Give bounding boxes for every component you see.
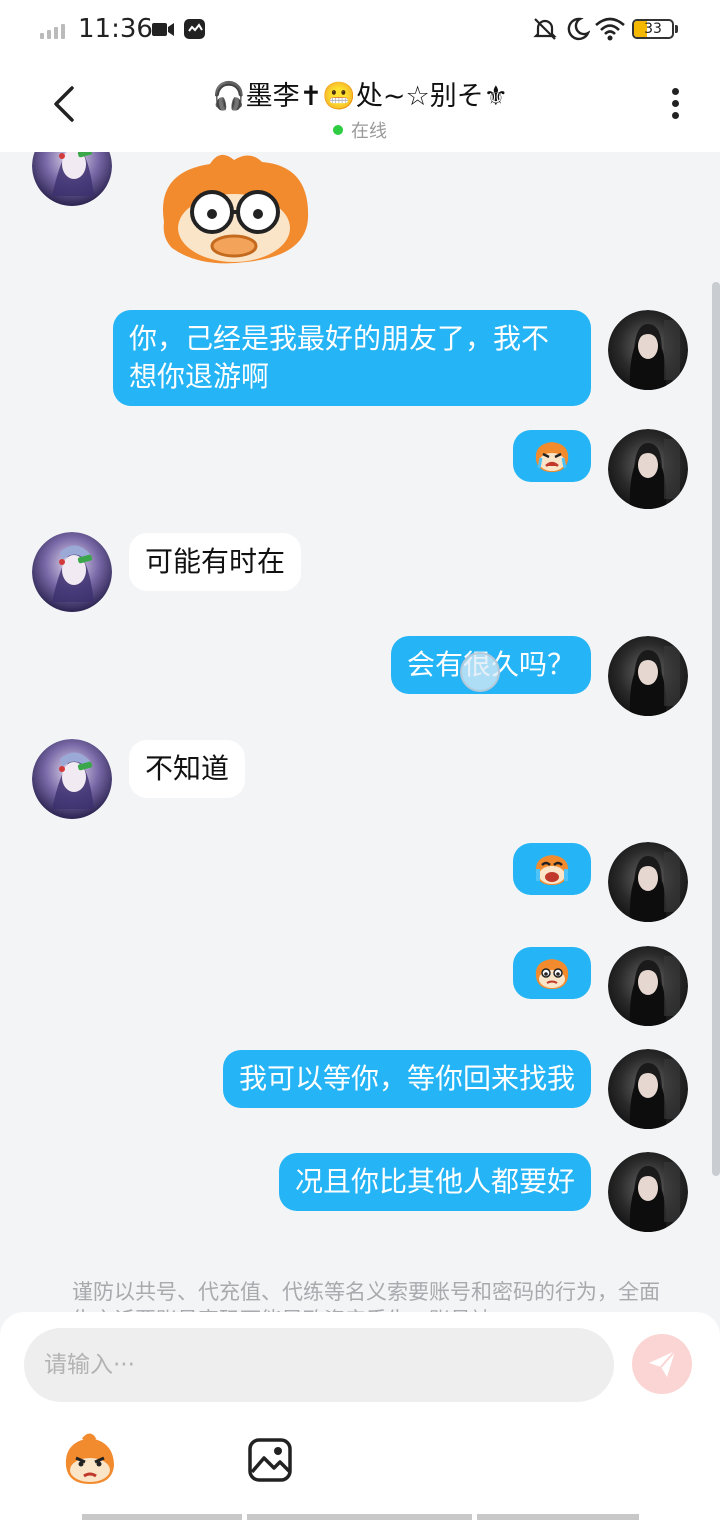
teary-face-emoji bbox=[535, 959, 569, 989]
scrollbar[interactable] bbox=[712, 282, 720, 1176]
my-avatar[interactable] bbox=[608, 429, 688, 509]
presence-text: 在线 bbox=[351, 121, 387, 142]
signal-icon bbox=[40, 24, 65, 39]
nav-indicator-segment bbox=[82, 1514, 242, 1520]
contact-message-bubble[interactable]: 可能有时在 bbox=[129, 533, 302, 591]
battery-level-text: 33 bbox=[644, 21, 662, 37]
my-message-bubble[interactable]: 你，己经是我最好的朋友了，我不想你退游啊 bbox=[113, 310, 591, 406]
my-avatar[interactable] bbox=[608, 946, 688, 1026]
contact-message-bubble[interactable]: 不知道 bbox=[129, 740, 246, 798]
nav-indicator-segment bbox=[247, 1514, 472, 1520]
moon-icon bbox=[567, 17, 590, 41]
contact-avatar[interactable] bbox=[32, 152, 112, 206]
mute-icon bbox=[533, 18, 557, 40]
my-emoji-bubble[interactable] bbox=[513, 843, 591, 895]
emoji-sticker-icon[interactable] bbox=[60, 1432, 120, 1488]
more-options-button[interactable] bbox=[660, 84, 690, 128]
my-avatar[interactable] bbox=[608, 842, 688, 922]
back-button[interactable] bbox=[44, 82, 84, 126]
contact-avatar[interactable] bbox=[32, 532, 112, 612]
chat-header: 🎧墨李✝😬处~☆别そ⚜ 在线 bbox=[0, 60, 720, 152]
my-avatar[interactable] bbox=[608, 1049, 688, 1129]
video-icon bbox=[152, 23, 174, 36]
wailing-face-emoji bbox=[535, 855, 569, 885]
battery-icon: 33 bbox=[632, 19, 674, 39]
my-avatar[interactable] bbox=[608, 310, 688, 390]
battery-tip bbox=[675, 25, 678, 33]
title-block: 🎧墨李✝😬处~☆别そ⚜ 在线 bbox=[150, 74, 570, 143]
input-panel bbox=[0, 1312, 720, 1520]
crying-face-emoji bbox=[535, 442, 569, 472]
wifi-icon bbox=[595, 17, 625, 41]
send-button[interactable] bbox=[632, 1334, 692, 1394]
message-input[interactable] bbox=[24, 1328, 614, 1402]
my-avatar[interactable] bbox=[608, 636, 688, 716]
my-message-bubble[interactable]: 况且你比其他人都要好 bbox=[278, 1153, 591, 1211]
message-list[interactable]: 你，己经是我最好的朋友了，我不想你退游啊 可能有时在 会有很久吗？ 不知道 bbox=[0, 152, 720, 1312]
cartoon-face-sticker[interactable] bbox=[150, 152, 318, 268]
nav-indicator-segment bbox=[477, 1514, 639, 1520]
image-icon[interactable] bbox=[246, 1436, 294, 1484]
my-message-bubble[interactable]: 我可以等你，等你回来找我 bbox=[222, 1050, 591, 1108]
app-notification-icon bbox=[184, 19, 205, 39]
presence-status: 在线 bbox=[150, 117, 570, 143]
status-time: 11:36 bbox=[78, 14, 153, 44]
send-icon bbox=[649, 1350, 676, 1377]
contact-avatar[interactable] bbox=[32, 739, 112, 819]
status-bar: 11:36 33 bbox=[0, 0, 720, 60]
my-avatar[interactable] bbox=[608, 1152, 688, 1232]
chat-title: 🎧墨李✝😬处~☆别そ⚜ bbox=[212, 81, 508, 112]
my-emoji-bubble[interactable] bbox=[513, 430, 591, 482]
my-emoji-bubble[interactable] bbox=[513, 947, 591, 999]
online-dot-icon bbox=[333, 125, 343, 135]
touch-indicator bbox=[460, 652, 500, 692]
